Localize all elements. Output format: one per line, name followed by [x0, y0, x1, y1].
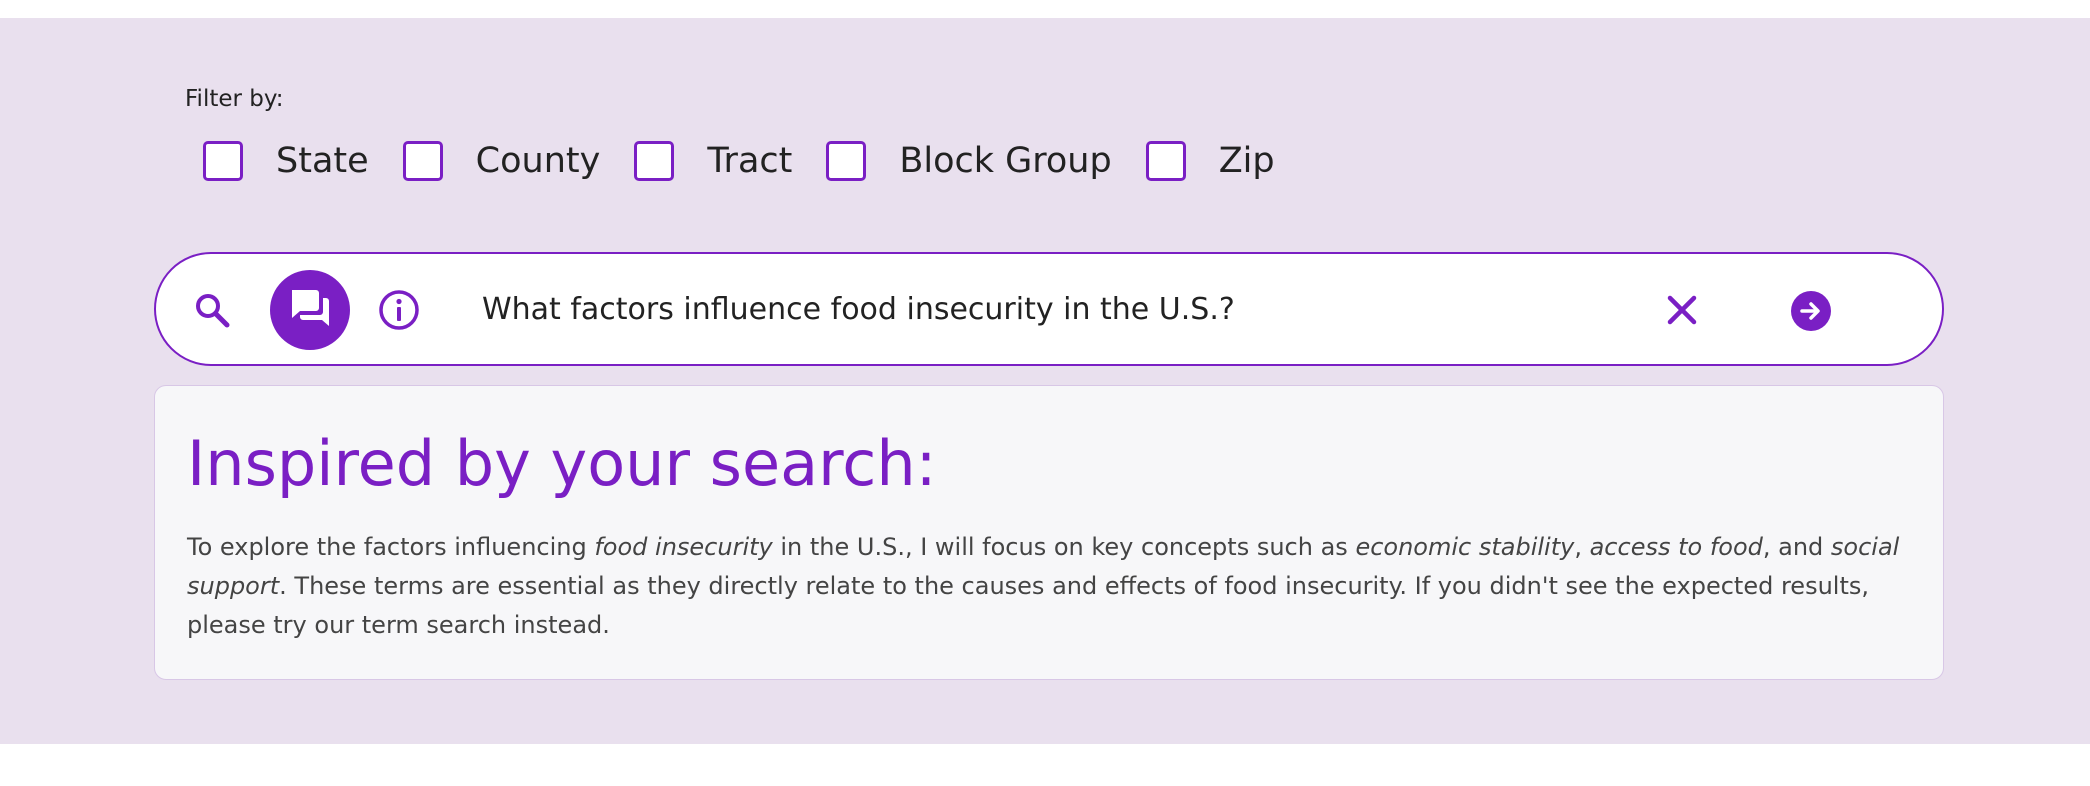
- filter-state[interactable]: State: [203, 141, 369, 181]
- filter-tract[interactable]: Tract: [634, 141, 792, 181]
- filter-tract-label: Tract: [707, 141, 793, 181]
- result-text: To explore the factors influencing: [187, 533, 595, 561]
- search-icon[interactable]: [192, 290, 232, 330]
- filter-county-label: County: [475, 141, 601, 181]
- block-group-checkbox[interactable]: [826, 141, 867, 181]
- state-checkbox[interactable]: [203, 141, 243, 181]
- submit-search-button[interactable]: [1790, 290, 1832, 332]
- tract-checkbox[interactable]: [634, 141, 675, 181]
- chat-mode-button[interactable]: [270, 270, 350, 350]
- filter-block-group-label: Block Group: [899, 141, 1112, 181]
- search-bar: What factors influence food insecurity i…: [154, 252, 1944, 366]
- result-term: economic stability: [1355, 533, 1575, 561]
- result-term: access to food: [1589, 533, 1763, 561]
- result-term: food insecurity: [594, 533, 773, 561]
- zip-checkbox[interactable]: [1145, 141, 1186, 181]
- filter-zip[interactable]: Zip: [1145, 141, 1275, 181]
- arrow-right-icon: [1790, 291, 1832, 336]
- result-text: . These terms are essential as they dire…: [187, 572, 1869, 639]
- result-text: , and: [1762, 533, 1831, 561]
- result-text: ,: [1574, 533, 1590, 561]
- result-text: in the U.S., I will focus on key concept…: [772, 533, 1356, 561]
- close-icon[interactable]: [1664, 292, 1700, 328]
- chat-bubbles-icon: [288, 286, 332, 334]
- filter-state-label: State: [276, 141, 369, 181]
- result-description: To explore the factors influencing food …: [187, 528, 1907, 645]
- filter-county[interactable]: County: [402, 141, 601, 181]
- filter-block-group[interactable]: Block Group: [826, 141, 1112, 181]
- filter-label: Filter by:: [185, 86, 284, 112]
- result-title: Inspired by your search:: [187, 427, 937, 500]
- county-checkbox[interactable]: [402, 141, 443, 181]
- info-icon[interactable]: [378, 289, 420, 331]
- result-card: Inspired by your search: To explore the …: [154, 385, 1944, 680]
- filter-zip-label: Zip: [1218, 141, 1275, 181]
- filter-options: State County Tract Block Group Zip: [203, 136, 1309, 186]
- search-input[interactable]: What factors influence food insecurity i…: [482, 286, 1235, 334]
